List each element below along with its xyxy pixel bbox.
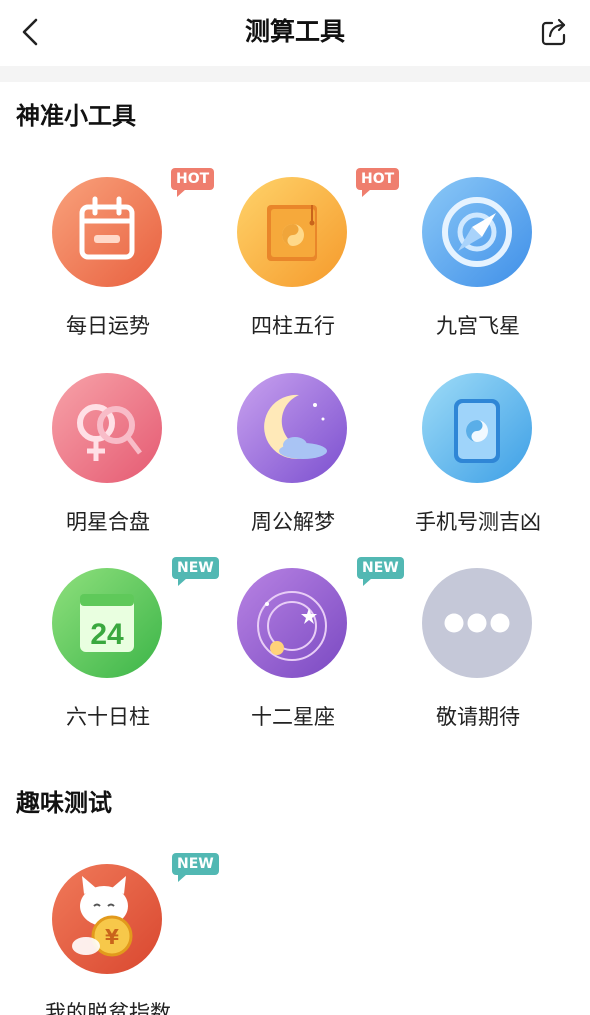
tool-daily-fortune[interactable]: HOT 每日运势	[15, 168, 215, 357]
tool-star-match[interactable]: 明星合盘	[15, 373, 201, 553]
tool-sixty-day-pillars[interactable]: 24 NEW 六十日柱	[15, 557, 219, 748]
tool-label: 十二星座	[251, 705, 335, 729]
header-divider	[0, 66, 590, 82]
svg-text:24: 24	[90, 618, 124, 651]
page-title: 测算工具	[244, 17, 345, 46]
lucky-cat-icon: ¥	[52, 864, 162, 974]
book-icon	[237, 177, 347, 287]
tool-zodiac[interactable]: NEW 十二星座	[200, 557, 404, 748]
tool-label: 周公解梦	[251, 510, 335, 534]
moon-icon	[237, 373, 347, 483]
more-icon	[422, 568, 532, 678]
tool-dream-interpretation[interactable]: 周公解梦	[200, 373, 386, 553]
share-icon	[541, 18, 566, 46]
calendar-24-icon: 24	[52, 568, 162, 678]
couple-icon	[52, 373, 162, 483]
tool-label: 四柱五行	[251, 314, 335, 338]
calendar-icon	[52, 177, 162, 287]
tool-poverty-index[interactable]: ¥ NEW 我的脱贫指数	[15, 853, 219, 1015]
share-button[interactable]	[536, 14, 572, 50]
tool-label: 明星合盘	[66, 510, 150, 534]
svg-text:¥: ¥	[105, 925, 119, 949]
compass-icon	[422, 177, 532, 287]
section-title-tools: 神准小工具	[16, 102, 136, 130]
new-badge: NEW	[172, 853, 219, 882]
tool-label: 每日运势	[66, 314, 150, 338]
tool-label: 九宫飞星	[436, 314, 520, 338]
tool-four-pillars[interactable]: HOT 四柱五行	[200, 168, 400, 357]
tool-label: 敬请期待	[436, 705, 520, 729]
section-title-fun-tests: 趣味测试	[16, 789, 112, 817]
tool-phone-number-fortune[interactable]: 手机号测吉凶	[385, 373, 571, 553]
tool-nine-palace[interactable]: 九宫飞星	[385, 177, 571, 357]
tool-coming-soon[interactable]: 敬请期待	[385, 568, 571, 748]
tool-label: 六十日柱	[66, 705, 150, 729]
nav-bar: 测算工具	[0, 0, 590, 66]
zodiac-icon	[237, 568, 347, 678]
phone-icon	[422, 373, 532, 483]
tool-label: 手机号测吉凶	[415, 510, 541, 534]
tool-label: 我的脱贫指数	[45, 1001, 171, 1015]
